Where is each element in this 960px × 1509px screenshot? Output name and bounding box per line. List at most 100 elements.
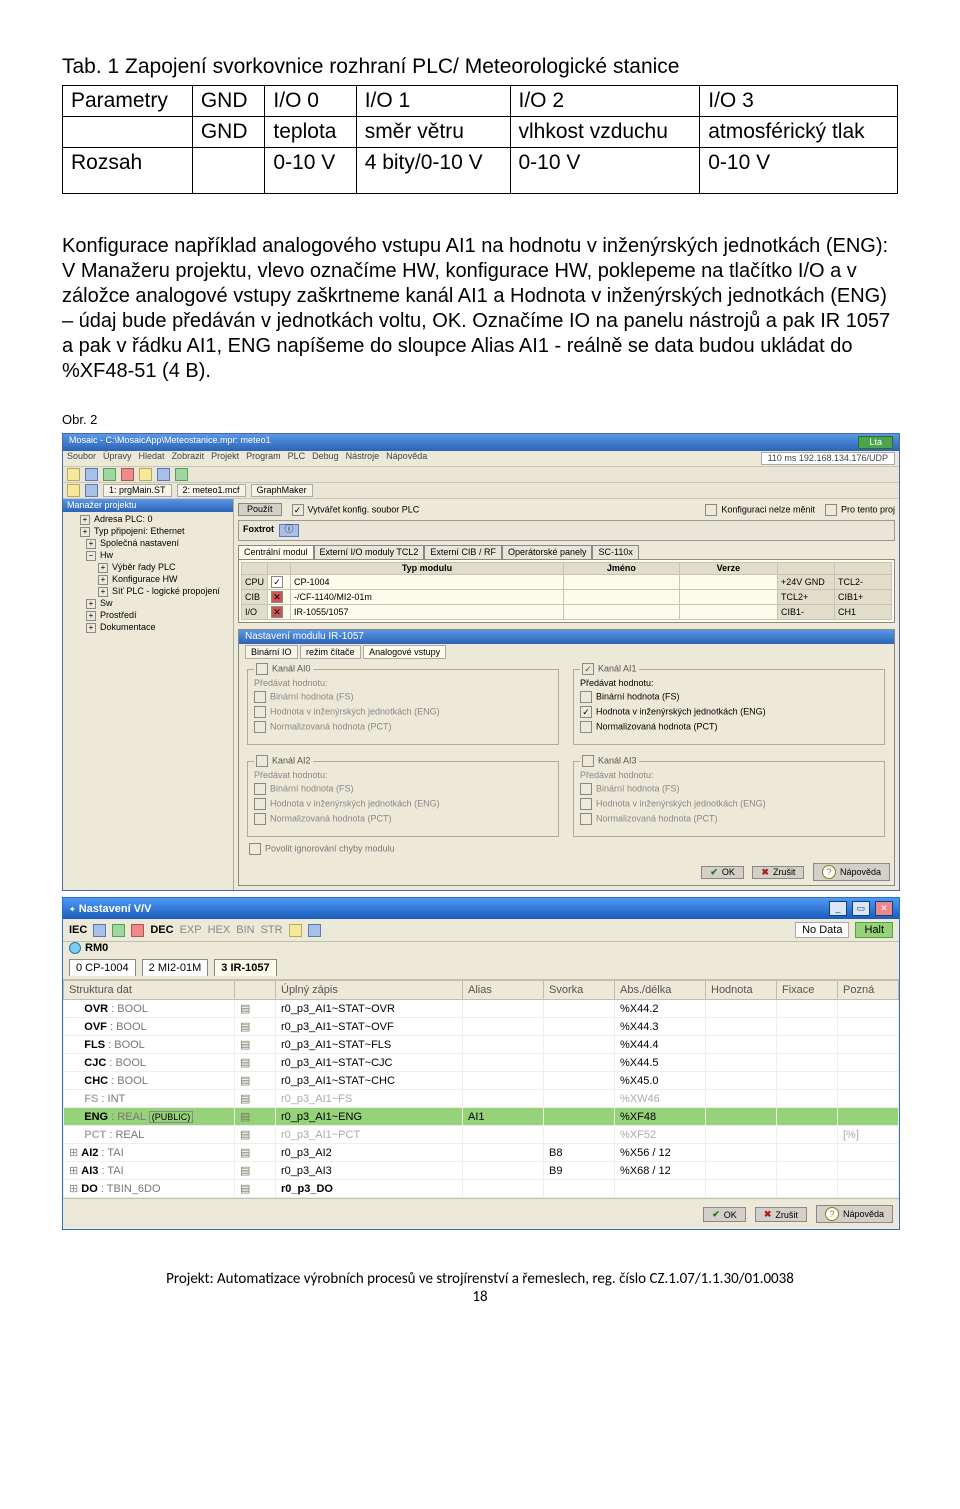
- maximize-icon[interactable]: ▭: [852, 901, 870, 916]
- option-checkbox[interactable]: ✓: [580, 706, 592, 718]
- menu-item[interactable]: Soubor: [67, 452, 96, 465]
- channel-checkbox[interactable]: [256, 663, 268, 675]
- format-icon[interactable]: [289, 924, 302, 937]
- proj-checkbox[interactable]: [825, 504, 837, 516]
- toolbar-icon[interactable]: [139, 468, 152, 481]
- tree-expand-icon[interactable]: +: [98, 575, 108, 585]
- module-checkbox[interactable]: ✓: [271, 576, 283, 588]
- dlg-tab[interactable]: Binární IO: [245, 645, 298, 659]
- toolbar-icon[interactable]: [103, 468, 116, 481]
- file-tab[interactable]: 1: prgMain.ST: [103, 484, 172, 497]
- io-button-icon[interactable]: ⓘ: [279, 524, 299, 537]
- io-row[interactable]: ⊞ AI3 : TAI▤r0_p3_AI3B9%X68 / 12: [64, 1162, 899, 1180]
- create-checkbox[interactable]: ✓: [292, 504, 304, 516]
- file-tab[interactable]: GraphMaker: [251, 484, 313, 497]
- module-row[interactable]: CPU✓CP-1004+24V GNDTCL2-: [242, 575, 892, 590]
- menu-item[interactable]: PLC: [288, 452, 306, 465]
- menu-item[interactable]: Nápověda: [386, 452, 427, 465]
- file-tab[interactable]: 2: meteo1.mcf: [177, 484, 246, 497]
- module-tab[interactable]: 0 CP-1004: [69, 959, 136, 976]
- cancel-button[interactable]: ✖Zrušit: [755, 1207, 807, 1222]
- toolbar-icon[interactable]: [85, 484, 98, 497]
- format-icon[interactable]: [112, 924, 125, 937]
- ok-button[interactable]: ✔OK: [703, 1207, 746, 1222]
- menu-item[interactable]: Hledat: [139, 452, 165, 465]
- cancel-button[interactable]: ✖Zrušit: [752, 866, 804, 879]
- menu-item[interactable]: Program: [246, 452, 281, 465]
- dlg-tab[interactable]: režim čítače: [300, 645, 361, 659]
- tree-item[interactable]: +Výběr řady PLC: [68, 563, 228, 573]
- menu-item[interactable]: Úpravy: [103, 452, 132, 465]
- tree-expand-icon[interactable]: −: [86, 551, 96, 561]
- iec-label[interactable]: IEC: [69, 924, 87, 936]
- minimize-icon[interactable]: _: [829, 901, 847, 916]
- module-row[interactable]: CIB✕-/CF-1140/MI2-01mTCL2+CIB1+: [242, 590, 892, 605]
- module-tab[interactable]: 2 MI2-01M: [142, 959, 209, 976]
- tree-expand-icon[interactable]: +: [86, 599, 96, 609]
- ok-button[interactable]: ✔OK: [701, 866, 744, 879]
- tree-item[interactable]: +Konfigurace HW: [68, 575, 228, 585]
- close-icon[interactable]: ✕: [875, 901, 893, 916]
- str-label[interactable]: STR: [261, 924, 283, 936]
- toolbar-icon[interactable]: [85, 468, 98, 481]
- tree-item[interactable]: +Sw: [68, 599, 228, 609]
- io-row[interactable]: FS : INT▤r0_p3_AI1~FS%XW46: [64, 1090, 899, 1108]
- tree-item[interactable]: −Hw: [68, 551, 228, 561]
- module-row[interactable]: I/O✕IR-1055/1057CIB1-CH1: [242, 605, 892, 620]
- format-icon[interactable]: [308, 924, 321, 937]
- tree-item[interactable]: +Typ připojení: Ethernet: [68, 527, 228, 537]
- menu-item[interactable]: Zobrazit: [172, 452, 205, 465]
- io-row[interactable]: OVF : BOOL▤r0_p3_AI1~STAT~OVF%X44.3: [64, 1018, 899, 1036]
- grid-tab[interactable]: Centrální modul: [238, 545, 314, 559]
- grid-tab[interactable]: Operátorské panely: [502, 545, 593, 559]
- toolbar-icon[interactable]: [67, 468, 80, 481]
- tree-item[interactable]: +Prostředí: [68, 611, 228, 621]
- dec-label[interactable]: DEC: [150, 924, 173, 936]
- format-icon[interactable]: [131, 924, 144, 937]
- io-row[interactable]: CHC : BOOL▤r0_p3_AI1~STAT~CHC%X45.0: [64, 1072, 899, 1090]
- hex-label[interactable]: HEX: [208, 924, 231, 936]
- toolbar-icon[interactable]: [121, 468, 134, 481]
- io-row[interactable]: ⊞ DO : TBIN_6DO▤r0_p3_DO: [64, 1180, 899, 1198]
- tree-expand-icon[interactable]: +: [80, 515, 90, 525]
- nochg-checkbox[interactable]: [705, 504, 717, 516]
- toolbar-icon[interactable]: [67, 484, 80, 497]
- tree-item[interactable]: +Síť PLC - logické propojení: [68, 587, 228, 597]
- menu-item[interactable]: Projekt: [211, 452, 239, 465]
- tree-expand-icon[interactable]: +: [80, 527, 90, 537]
- module-checkbox[interactable]: ✕: [271, 606, 283, 618]
- io-row[interactable]: OVR : BOOL▤r0_p3_AI1~STAT~OVR%X44.2: [64, 1000, 899, 1018]
- menu-item[interactable]: Debug: [312, 452, 339, 465]
- grid-tab[interactable]: Externí I/O moduly TCL2: [314, 545, 425, 559]
- tree-item[interactable]: +Adresa PLC: 0: [68, 515, 228, 525]
- ignore-checkbox[interactable]: [249, 843, 261, 855]
- io-row[interactable]: FLS : BOOL▤r0_p3_AI1~STAT~FLS%X44.4: [64, 1036, 899, 1054]
- module-checkbox[interactable]: ✕: [271, 591, 283, 603]
- channel-checkbox[interactable]: [256, 755, 268, 767]
- option-checkbox[interactable]: [580, 691, 592, 703]
- tree-expand-icon[interactable]: +: [98, 587, 108, 597]
- tree-expand-icon[interactable]: +: [86, 539, 96, 549]
- tree-expand-icon[interactable]: +: [98, 563, 108, 573]
- tree-expand-icon[interactable]: +: [86, 611, 96, 621]
- exp-label[interactable]: EXP: [180, 924, 202, 936]
- grid-tab[interactable]: Externí CIB / RF: [424, 545, 502, 559]
- grid-tab[interactable]: SC-110x: [592, 545, 638, 559]
- tree-item[interactable]: +Dokumentace: [68, 623, 228, 633]
- channel-checkbox[interactable]: ✓: [582, 663, 594, 675]
- io-row[interactable]: PCT : REAL▤r0_p3_AI1~PCT%XF52[%]: [64, 1126, 899, 1144]
- help-button[interactable]: ?Nápověda: [813, 863, 890, 881]
- io-row[interactable]: ENG : REAL (PUBLIC)▤r0_p3_AI1~ENGAI1%XF4…: [64, 1108, 899, 1126]
- toolbar-icon[interactable]: [175, 468, 188, 481]
- io-row[interactable]: ⊞ AI2 : TAI▤r0_p3_AI2B8%X56 / 12: [64, 1144, 899, 1162]
- menu-item[interactable]: Nástroje: [346, 452, 380, 465]
- help-button[interactable]: ?Nápověda: [816, 1205, 893, 1223]
- option-checkbox[interactable]: [580, 721, 592, 733]
- bin-label[interactable]: BIN: [236, 924, 254, 936]
- channel-checkbox[interactable]: [582, 755, 594, 767]
- tree-item[interactable]: +Společná nastavení: [68, 539, 228, 549]
- io-row[interactable]: CJC : BOOL▤r0_p3_AI1~STAT~CJC%X44.5: [64, 1054, 899, 1072]
- dlg-tab[interactable]: Analogové vstupy: [363, 645, 446, 659]
- tree-expand-icon[interactable]: +: [86, 623, 96, 633]
- module-tab[interactable]: 3 IR-1057: [214, 959, 276, 976]
